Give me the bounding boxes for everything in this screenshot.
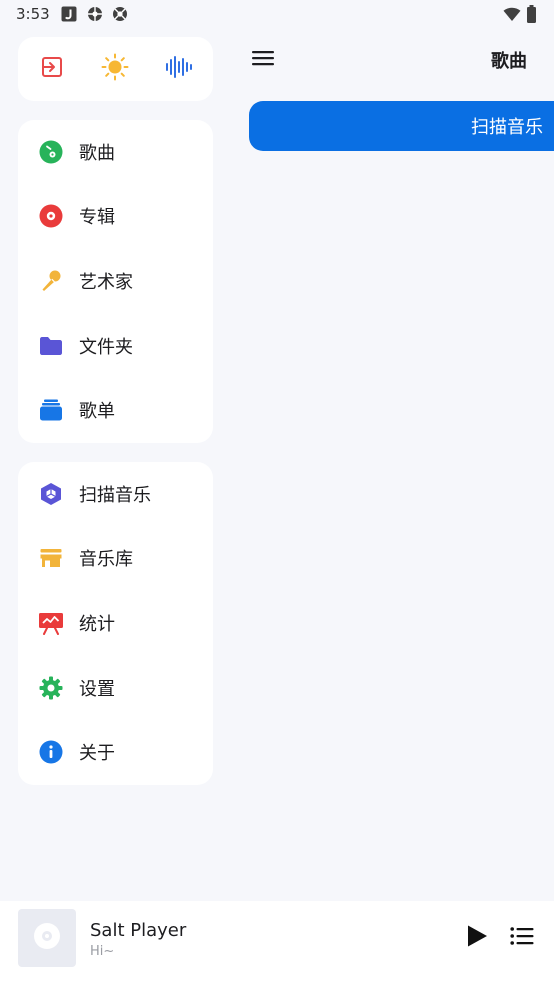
chart-board-icon — [38, 610, 64, 636]
sun-icon — [101, 53, 129, 85]
nav-item-label: 专辑 — [79, 207, 115, 228]
nav-item-folders[interactable]: 文件夹 — [18, 314, 213, 378]
scan-music-button[interactable]: 扫描音乐 — [249, 101, 554, 151]
nav-item-settings[interactable]: 设置 — [18, 656, 213, 720]
playlist-stack-icon — [38, 397, 64, 423]
nav-item-statistics[interactable]: 统计 — [18, 591, 213, 655]
hamburger-menu-icon — [252, 49, 274, 71]
tools-card: 扫描音乐 音乐库 统计 设置 关于 — [18, 462, 213, 785]
app-j-icon — [61, 6, 77, 22]
music-note-circle-icon — [38, 139, 64, 165]
wifi-icon — [503, 7, 521, 23]
list-icon — [510, 926, 534, 950]
nav-item-label: 设置 — [79, 679, 115, 700]
microphone-icon — [38, 268, 64, 294]
folder-icon — [38, 333, 64, 359]
app-root: 3:53 歌曲 专辑 艺术家 文件夹 歌单 扫描音乐 音乐库 统计 设置 关于 … — [0, 0, 554, 986]
queue-button[interactable] — [508, 923, 536, 953]
track-title: Salt Player — [90, 920, 187, 941]
play-icon — [465, 924, 489, 952]
track-subtitle: Hi~ — [90, 944, 115, 959]
status-bar: 3:53 — [0, 0, 554, 30]
album-disc-icon — [38, 203, 64, 229]
nav-item-songs[interactable]: 歌曲 — [18, 120, 213, 184]
nav-item-label: 歌曲 — [79, 143, 115, 164]
info-icon — [38, 739, 64, 765]
battery-icon — [527, 5, 536, 23]
exit-button[interactable] — [36, 53, 68, 85]
album-cover[interactable] — [18, 909, 76, 967]
nav-item-label: 扫描音乐 — [79, 485, 151, 506]
equalizer-button[interactable] — [163, 53, 195, 85]
disc-placeholder-icon — [33, 922, 61, 954]
nav-item-label: 歌单 — [79, 401, 115, 422]
nav-item-music-library[interactable]: 音乐库 — [18, 526, 213, 590]
gear-icon — [38, 675, 64, 701]
nav-item-about[interactable]: 关于 — [18, 720, 213, 784]
play-button[interactable] — [462, 923, 492, 953]
exit-icon — [40, 55, 64, 83]
page-title: 歌曲 — [491, 51, 527, 72]
nav-item-label: 关于 — [79, 743, 115, 764]
waveform-icon — [165, 55, 193, 83]
nav-item-playlists[interactable]: 歌单 — [18, 378, 213, 442]
nav-item-label: 音乐库 — [79, 549, 133, 570]
nav-item-label: 文件夹 — [79, 337, 133, 358]
nav-item-scan-music[interactable]: 扫描音乐 — [18, 462, 213, 526]
status-time: 3:53 — [16, 5, 50, 23]
aperture-icon — [112, 6, 128, 22]
nav-item-label: 艺术家 — [79, 272, 133, 293]
nav-item-artists[interactable]: 艺术家 — [18, 249, 213, 313]
nav-item-label: 统计 — [79, 614, 115, 635]
store-icon — [38, 545, 64, 571]
nav-item-albums[interactable]: 专辑 — [18, 184, 213, 248]
theme-toggle-button[interactable] — [99, 53, 131, 85]
aperture-icon — [87, 6, 103, 22]
library-card: 歌曲 专辑 艺术家 文件夹 歌单 — [18, 120, 213, 443]
menu-button[interactable] — [248, 46, 278, 74]
quick-actions-card — [18, 37, 213, 101]
scan-music-button-label: 扫描音乐 — [471, 117, 543, 138]
scan-cube-icon — [38, 481, 64, 507]
mini-player[interactable]: Salt Player Hi~ — [0, 901, 554, 986]
